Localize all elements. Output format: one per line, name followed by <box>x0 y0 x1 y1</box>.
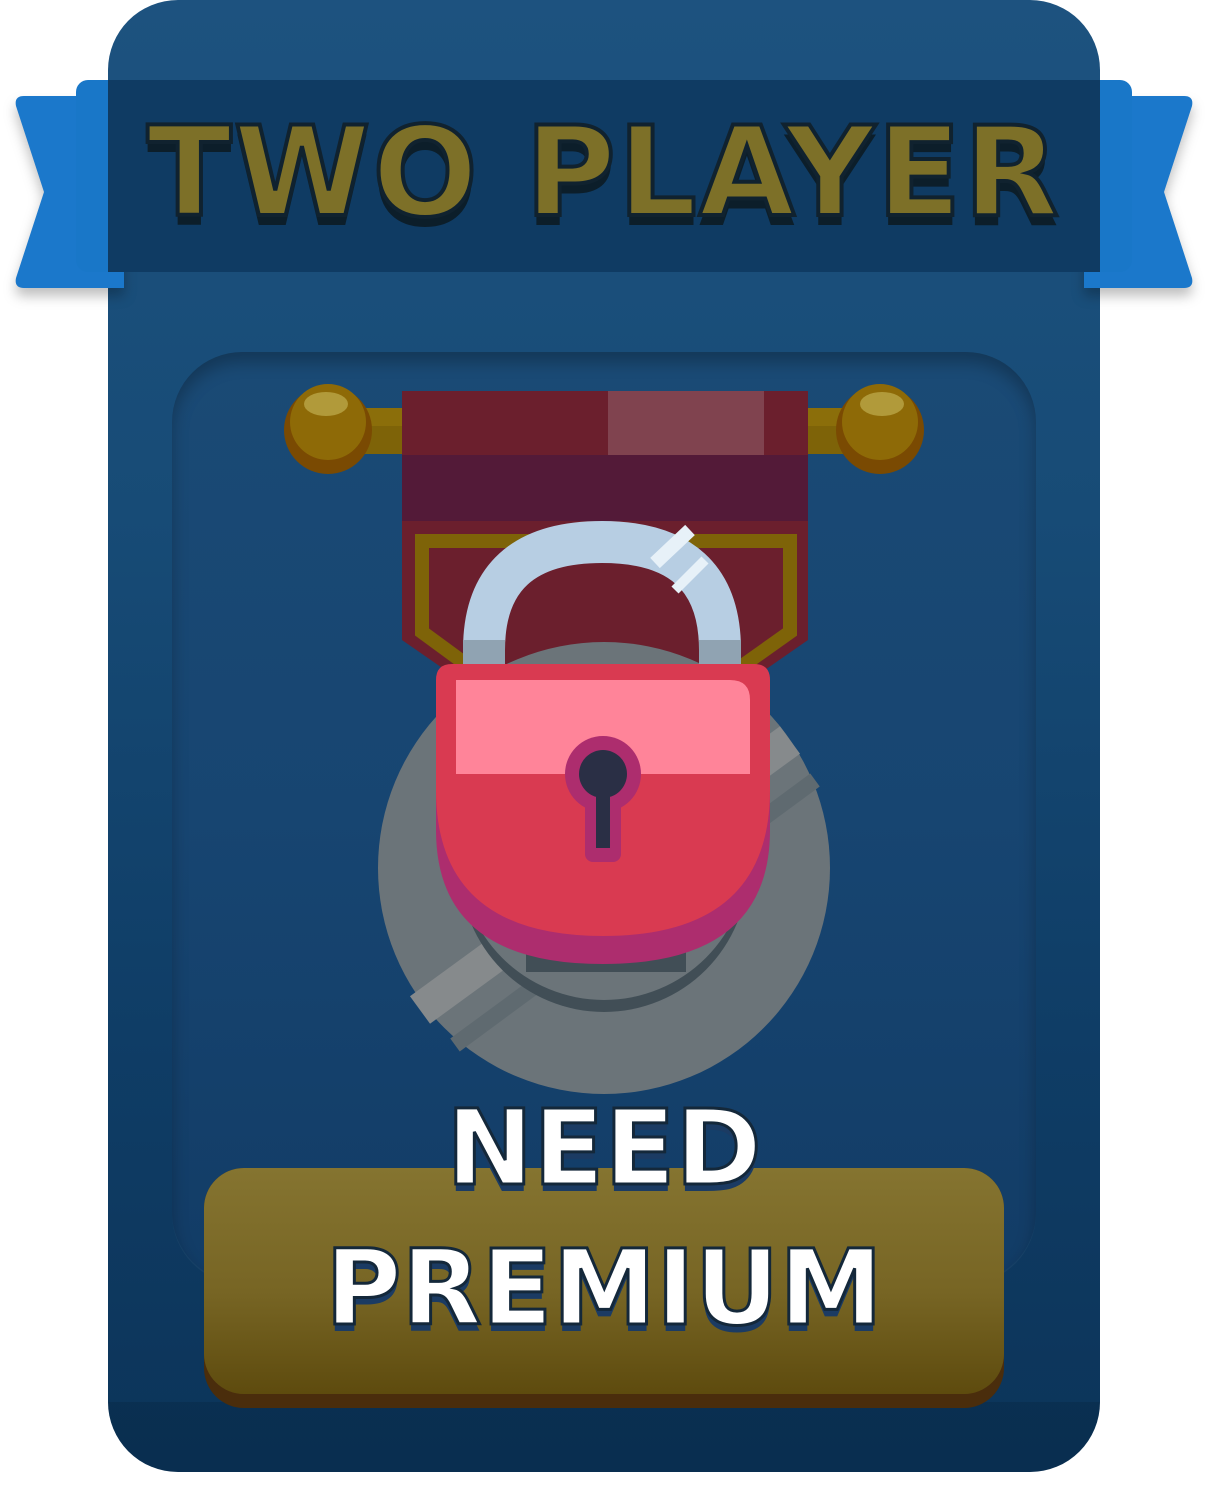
need-premium-label: NEED PREMIUM <box>324 1086 884 1351</box>
